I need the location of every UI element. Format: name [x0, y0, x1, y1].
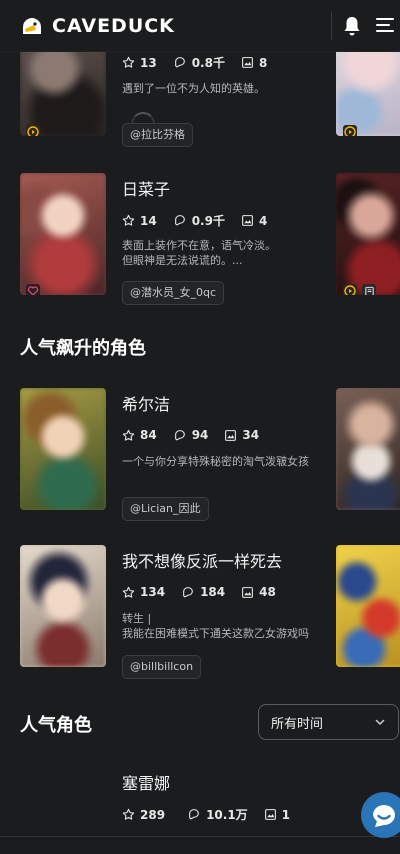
image-icon: [242, 57, 253, 68]
image-icon: [242, 586, 254, 598]
chat-bubble-icon: [174, 429, 185, 440]
character-name[interactable]: 希尔洁: [122, 391, 170, 415]
video-badge: [26, 125, 40, 136]
chat-bubble-icon: [174, 57, 185, 68]
likes-count: 14: [140, 213, 157, 228]
next-character-thumbnail[interactable]: [336, 545, 400, 667]
likes-stat: 289: [122, 808, 165, 822]
bell-icon[interactable]: [342, 15, 362, 37]
card-description: 遇到了一位不为人知的英雄。: [122, 82, 265, 95]
header-divider: [331, 12, 332, 40]
chats-count: 10.1万: [206, 808, 248, 822]
images-count: 4: [258, 213, 268, 228]
likes-count: 84: [140, 428, 157, 442]
section-title-popular: 人气角色: [20, 715, 92, 736]
bottom-divider: [0, 836, 400, 837]
images-stat: 48: [241, 585, 276, 599]
character-name[interactable]: 塞雷娜: [122, 770, 170, 794]
section-title-rising: 人气飙升的角色: [20, 338, 146, 359]
character-thumbnail[interactable]: [20, 173, 106, 295]
images-count: 1: [281, 807, 291, 822]
chats-stat: 184: [181, 585, 225, 599]
play-icon: [344, 285, 356, 295]
favorite-badge: [26, 284, 40, 295]
heart-icon: [27, 286, 39, 295]
image-icon: [242, 215, 253, 226]
card-description: 转生 | 我能在困难模式下通关这款乙女游戏吗: [122, 612, 309, 640]
duck-icon: [23, 17, 41, 34]
play-icon: [27, 126, 39, 136]
card-stats: 14 0.9千 4: [122, 212, 283, 229]
time-filter-dropdown[interactable]: 所有时间: [258, 704, 399, 740]
next-character-thumbnail[interactable]: [336, 173, 400, 295]
chats-count: 184: [200, 585, 226, 599]
author-tag[interactable]: @潜水员_女_0qc: [122, 281, 225, 305]
card-stats: 289 10.1万 1: [122, 806, 306, 823]
image-icon: [264, 809, 276, 820]
card-stats: 134 184 48: [122, 585, 292, 599]
chats-stat: 94: [173, 428, 209, 442]
image-icon: [225, 429, 237, 441]
star-icon: [122, 808, 135, 820]
chats-stat: 0.8千: [173, 54, 225, 71]
star-icon: [122, 214, 135, 226]
likes-count: 134: [140, 585, 166, 599]
video-badge: [343, 125, 357, 136]
top-header: CAVEDUCK: [0, 0, 400, 52]
chat-bubble-icon: [174, 215, 185, 226]
chats-count: 0.8千: [191, 56, 225, 70]
author-tag[interactable]: @Lician_因此: [122, 497, 209, 521]
chats-count: 94: [191, 428, 209, 442]
video-badge: [343, 284, 357, 295]
star-icon: [122, 56, 135, 68]
likes-count: 13: [140, 55, 157, 70]
chats-stat: 10.1万: [187, 806, 248, 823]
author-tag[interactable]: @拉比芬格: [122, 123, 193, 147]
hamburger-menu-icon[interactable]: [376, 16, 396, 34]
likes-stat: 84: [122, 428, 157, 442]
card-stats: 84 94 34: [122, 428, 275, 442]
chat-bubble-icon: [189, 809, 199, 820]
card-description: 表面上装作不在意，语气冷淡。 但眼神是无法说谎的。...: [122, 239, 276, 267]
play-icon: [344, 126, 356, 136]
images-count: 8: [258, 55, 268, 70]
character-name[interactable]: 日菜子: [122, 176, 170, 200]
support-chat-button[interactable]: [361, 792, 400, 838]
images-stat: 8: [241, 56, 267, 70]
next-character-thumbnail[interactable]: [336, 388, 400, 510]
chat-bubble-icon: [183, 586, 193, 597]
star-icon: [122, 586, 135, 598]
images-stat: 34: [224, 428, 259, 442]
images-count: 34: [242, 428, 260, 442]
chats-stat: 0.9千: [173, 212, 225, 229]
chevron-down-icon: [375, 719, 385, 725]
card-description: 一个与你分享特殊秘密的淘气泼皲女孩: [122, 455, 309, 468]
likes-stat: 134: [122, 585, 165, 599]
likes-stat: 13: [122, 56, 157, 70]
character-thumbnail[interactable]: [20, 545, 106, 667]
likes-count: 289: [140, 807, 166, 822]
chats-count: 0.9千: [191, 214, 225, 228]
images-stat: 4: [241, 214, 267, 228]
character-thumbnail[interactable]: [20, 388, 106, 510]
images-count: 48: [259, 585, 276, 599]
character-name[interactable]: 我不想像反派一样死去: [122, 548, 282, 572]
chat-support-icon: [373, 805, 395, 827]
author-tag[interactable]: @billbillcon: [122, 655, 202, 679]
likes-stat: 14: [122, 214, 157, 228]
brand-name: CAVEDUCK: [52, 14, 175, 37]
images-stat: 1: [264, 808, 290, 822]
time-filter-value: 所有时间: [271, 716, 324, 732]
book-icon: [364, 286, 374, 295]
main-content: 13 0.8千 8 遇到了一位不为人知的英雄。 @拉比芬格 日菜子 14 0.9…: [0, 0, 400, 854]
star-icon: [122, 429, 135, 441]
brand-logo[interactable]: CAVEDUCK: [20, 15, 175, 37]
book-badge: [362, 284, 376, 295]
card-stats: 13 0.8千 8: [122, 54, 283, 71]
